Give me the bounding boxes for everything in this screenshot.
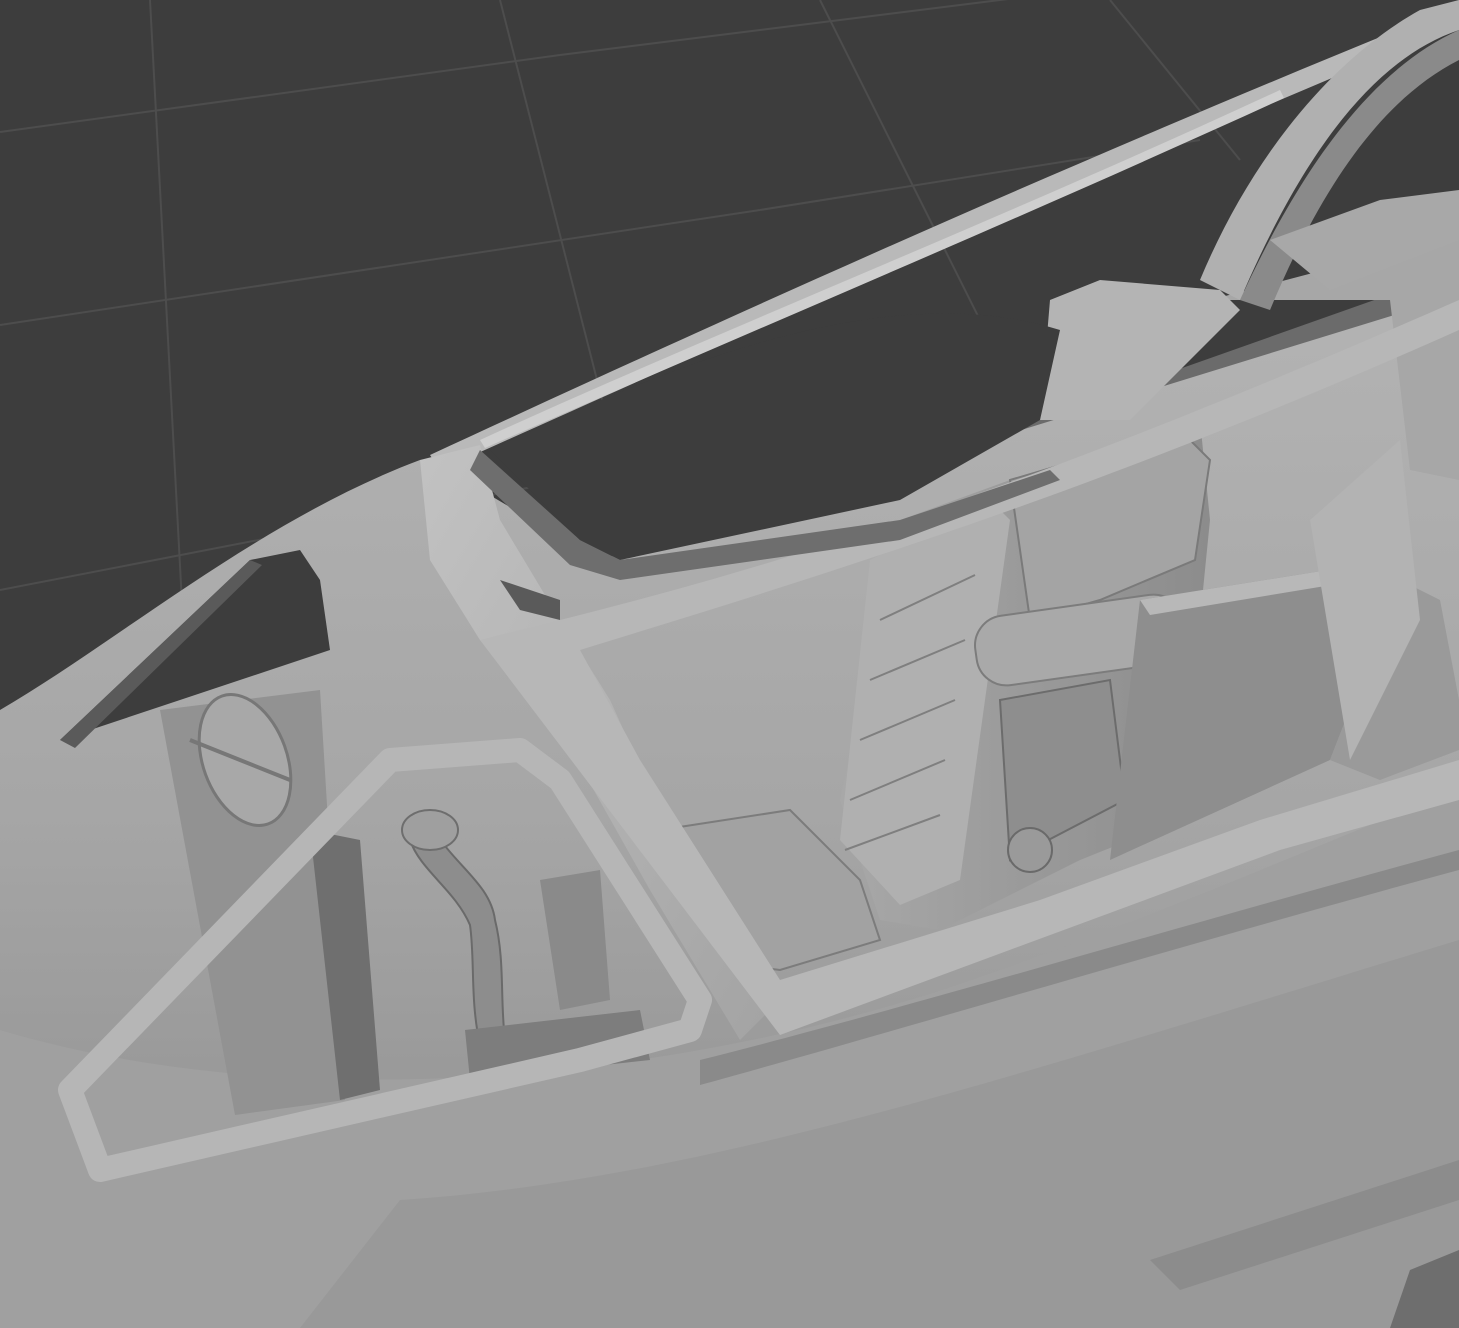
3d-viewport[interactable] — [0, 0, 1459, 1328]
seat-knob-icon — [1007, 827, 1053, 873]
